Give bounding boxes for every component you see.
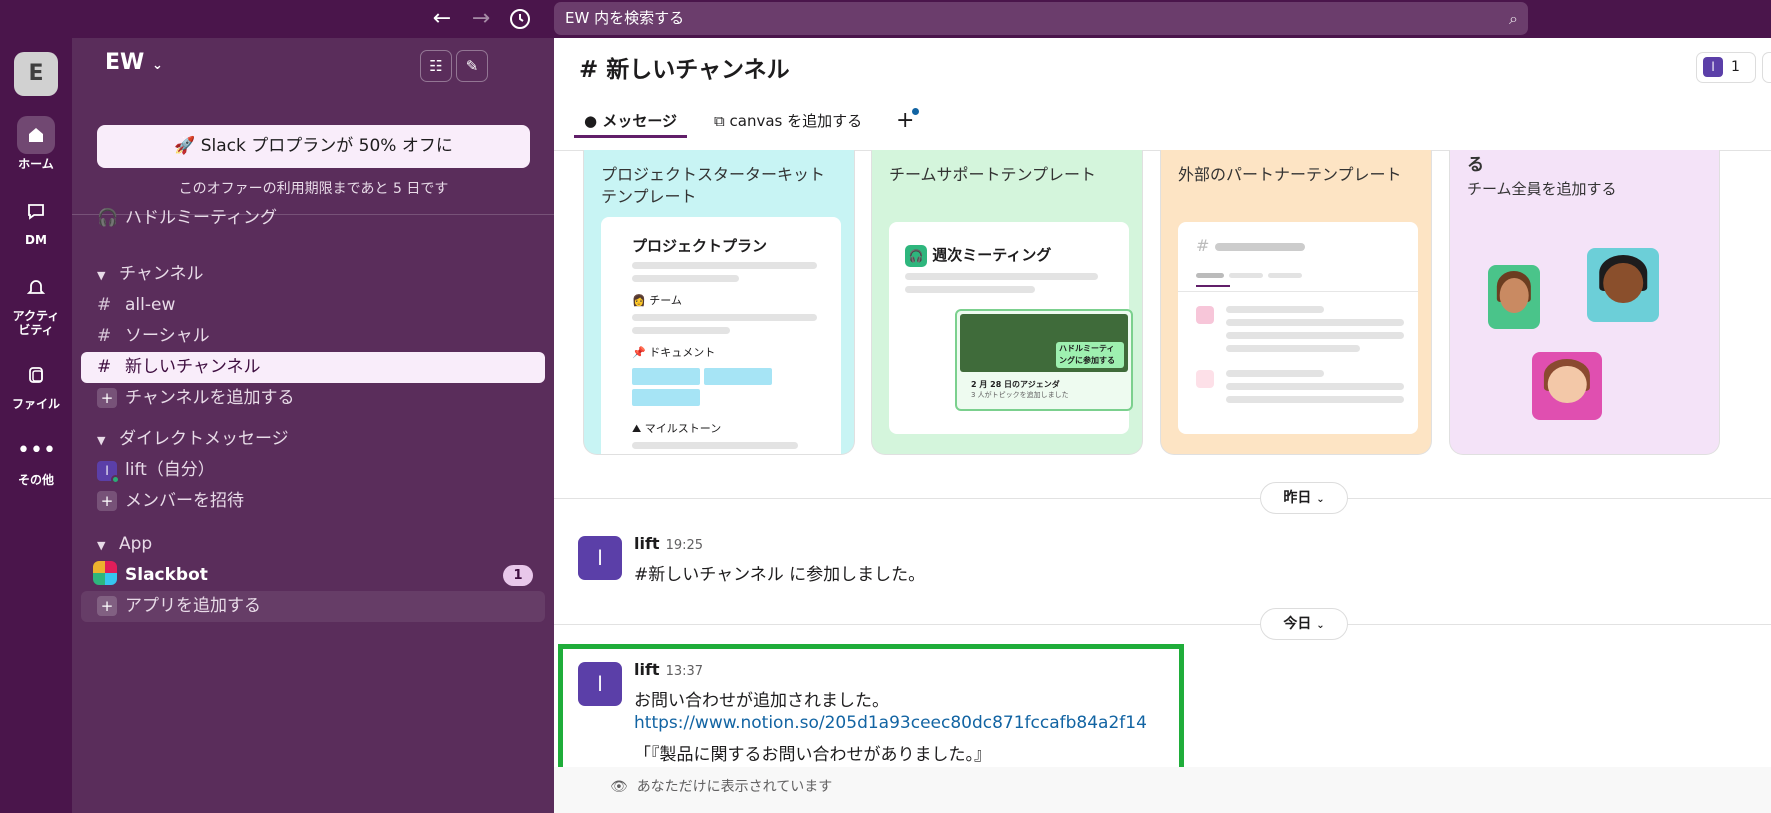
pin-icon: 📌 [632,346,646,359]
dm-bubble-icon [17,192,55,230]
home-icon [17,116,55,154]
hash-icon: # [97,326,112,346]
team-member-illustration [1587,248,1659,322]
rail-files[interactable]: ファイル [0,356,72,411]
pro-plan-promo-button[interactable]: 🚀 Slack プロプランが 50% オフに [97,125,530,168]
message-text: #新しいチャンネル に参加しました。 [634,565,926,585]
bell-icon [17,268,55,306]
headphones-icon: 🎧 [905,245,927,267]
headphones-icon: 🎧 [97,208,119,228]
new-indicator-dot [912,108,920,115]
rail-activity[interactable]: アクティビティ [0,268,72,337]
team-member-illustration [1488,265,1540,329]
chevron-down-icon: ⌄ [1316,494,1325,505]
mountain-icon: ⛰ [632,422,642,435]
sidebar: EW ⌄ ☷ ✎ 🚀 Slack プロプランが 50% オフに このオファーの利… [72,38,554,813]
hash-icon: # [97,357,112,377]
plus-icon: + [97,388,117,408]
template-card-external-partner[interactable]: 外部のパートナーテンプレート # [1160,150,1432,455]
avatar [1196,306,1214,324]
message-timestamp[interactable]: 13:37 [666,664,703,679]
online-status-dot [111,475,120,484]
message-author[interactable]: lift 13:37 [634,660,703,679]
ephemeral-note: 👁 あなただけに表示されています [610,779,833,795]
search-icon: ⌕ [1509,9,1518,28]
invite-members-button[interactable]: + メンバーを招待 [81,486,545,517]
canvas-icon: ⧉ [714,112,725,130]
day-divider [554,498,1771,499]
channel-main-pane: # 新しいチャンネル l1 ● メッセージ ⧉ canvas を追加する + プ… [554,38,1771,813]
avatar[interactable]: l [578,662,622,706]
template-card-project[interactable]: プロジェクトスターターキット テンプレート プロジェクトプラン 👩 チーム 📌 … [583,150,855,455]
person-icon: 👩 [632,294,646,307]
more-dots-icon: ••• [17,438,56,463]
compose-icon[interactable]: ✎ [456,50,488,82]
channel-title[interactable]: # 新しいチャンネル [579,50,790,84]
search-placeholder: EW 内を検索する [565,9,685,27]
tab-messages[interactable]: ● メッセージ [574,104,688,138]
avatar[interactable]: l [578,536,622,580]
avatar: l [97,461,120,484]
header-overflow-button[interactable] [1762,52,1771,83]
sidebar-item-channel[interactable]: # all-ew [81,290,545,321]
message-text: お問い合わせが追加されました。 [634,691,889,711]
notion-link[interactable]: https://www.notion.so/205d1a93ceec80dc87… [634,713,1147,733]
sidebar-item-huddles[interactable]: 🎧 ハドルミーティング [81,203,545,234]
day-divider [554,624,1771,625]
add-app-button[interactable]: + アプリを追加する [81,591,545,622]
rocket-icon: 🚀 [174,136,196,156]
template-preview: # [1178,222,1418,434]
sidebar-item-channel[interactable]: # ソーシャル [81,321,545,352]
caret-down-icon: ▼ [97,434,106,447]
app-section-header[interactable]: ▼ App [81,529,545,560]
message-timestamp[interactable]: 19:25 [666,538,703,553]
rail-dm[interactable]: DM [0,192,72,247]
files-icon [17,356,55,394]
sidebar-item-slackbot[interactable]: Slackbot 1 [81,560,545,591]
template-preview: プロジェクトプラン 👩 チーム 📌 ドキュメント ⛰ マイルストーン [601,217,841,454]
slackbot-icon [93,561,117,585]
message-quote: 「『製品に関するお問い合わせがありました。』 [634,745,991,765]
search-input[interactable]: EW 内を検索する ⌕ [554,2,1528,35]
team-member-illustration [1532,352,1602,420]
plus-icon: + [97,491,117,511]
back-arrow-icon[interactable]: ← [428,5,456,33]
day-jump-button-yesterday[interactable]: 昨日 ⌄ [1260,482,1348,514]
sidebar-item-dm-self[interactable]: l lift（自分） [81,455,545,486]
channels-section-header[interactable]: ▼ チャンネル [81,259,545,290]
tab-add-canvas[interactable]: ⧉ canvas を追加する [714,104,862,138]
forward-arrow-icon[interactable]: → [467,5,495,33]
unread-count-badge: 1 [503,565,533,586]
caret-down-icon: ▼ [97,539,106,552]
message-bubble-icon: ● [584,112,598,130]
template-card-add-team[interactable]: る チーム全員を追加する [1449,150,1720,455]
top-bar: ← → EW 内を検索する ⌕ [0,0,1771,38]
huddle-preview: ハドルミーティングに参加する 2 月 28 日のアジェンダ 3 人がトピックを追… [955,309,1133,411]
workspace-name-button[interactable]: EW ⌄ [105,50,163,75]
eye-icon: 👁 [610,779,628,795]
template-preview: 🎧 週次ミーティング ハドルミーティングに参加する 2 月 28 日のアジェンダ… [889,222,1133,434]
history-clock-icon[interactable] [506,5,534,33]
message-author[interactable]: lift 19:25 [634,534,703,553]
dm-section-header[interactable]: ▼ ダイレクトメッセージ [81,424,545,455]
avatar: l [1703,57,1723,77]
member-count-button[interactable]: l1 [1696,52,1756,83]
add-channel-button[interactable]: + チャンネルを追加する [81,383,545,414]
workspace-switcher[interactable]: E [14,52,58,96]
caret-down-icon: ▼ [97,269,106,282]
workspace-rail: E ホーム DM アクティビティ ファイル ••• その他 [0,38,72,813]
hash-icon: # [97,295,112,315]
promo-note: このオファーの利用期限まであと 5 日です [178,181,449,197]
day-jump-button-today[interactable]: 今日 ⌄ [1260,608,1348,640]
filter-sliders-icon[interactable]: ☷ [420,50,452,82]
rail-home[interactable]: ホーム [0,116,72,171]
plus-icon: + [97,596,117,616]
chevron-down-icon: ⌄ [1316,620,1325,631]
rail-more[interactable]: ••• その他 [0,432,72,487]
template-card-team-support[interactable]: チームサポートテンプレート 🎧 週次ミーティング ハドルミーティングに参加する … [871,150,1143,455]
sidebar-item-channel-active[interactable]: # 新しいチャンネル [81,352,545,383]
add-tab-button[interactable]: + [896,104,920,138]
chevron-down-icon: ⌄ [151,58,163,73]
avatar [1196,370,1214,388]
